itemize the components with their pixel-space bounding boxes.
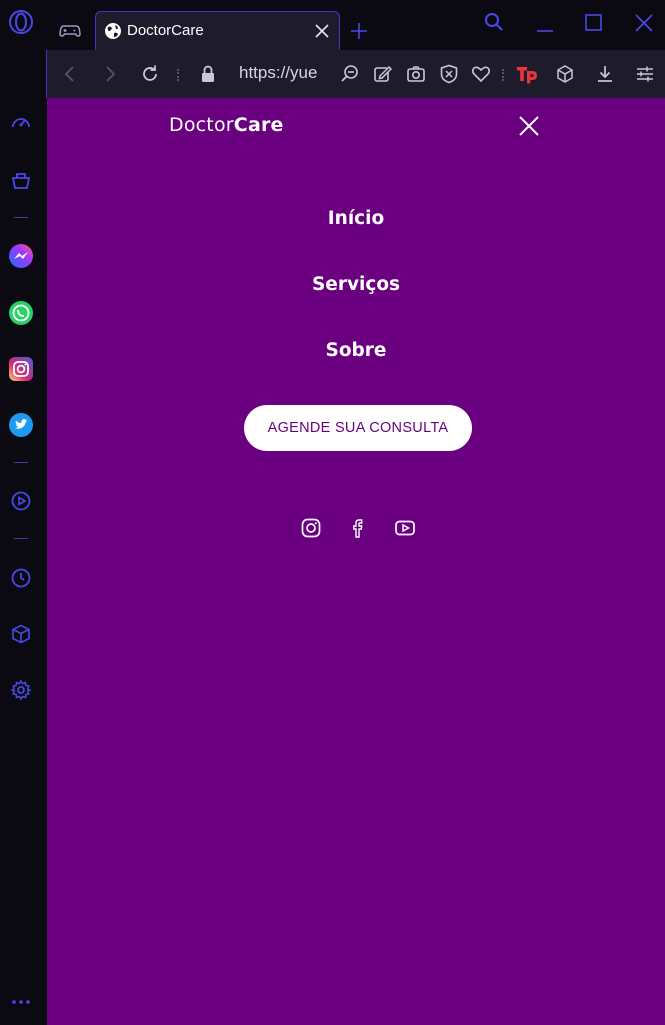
easy-setup-icon[interactable] — [634, 63, 656, 85]
nav-link-inicio[interactable]: Início — [47, 208, 665, 229]
maximize-icon[interactable] — [583, 12, 605, 34]
opera-logo-icon[interactable] — [8, 9, 34, 35]
sidebar-divider — [14, 462, 28, 463]
lock-icon[interactable] — [197, 63, 219, 85]
url-field[interactable]: https://yue — [239, 63, 327, 87]
speed-dial-icon[interactable] — [8, 110, 34, 136]
messenger-icon[interactable] — [8, 243, 34, 269]
instagram-icon[interactable] — [8, 356, 34, 382]
settings-icon[interactable] — [8, 677, 34, 703]
zoom-icon[interactable] — [339, 63, 361, 85]
page-content: DoctorCare Início Serviços Sobre AGENDE … — [47, 98, 665, 1025]
ad-blocker-icon[interactable] — [438, 63, 460, 85]
schedule-appointment-button[interactable]: AGENDE SUA CONSULTA — [244, 405, 472, 451]
tab-title: DoctorCare — [127, 22, 204, 39]
schedule-appointment-label: AGENDE SUA CONSULTA — [267, 420, 449, 436]
cube-icon[interactable] — [554, 63, 576, 85]
globe-icon — [104, 22, 122, 40]
brand-logo-part-1: Doctor — [169, 114, 234, 136]
minimize-icon[interactable] — [534, 16, 556, 38]
new-tab-icon[interactable] — [348, 20, 370, 42]
heart-icon[interactable] — [470, 63, 492, 85]
toolbar-divider — [177, 69, 179, 81]
download-icon[interactable] — [594, 63, 616, 85]
more-icon[interactable] — [8, 989, 34, 1015]
edit-icon[interactable] — [372, 63, 394, 85]
whatsapp-icon[interactable] — [8, 300, 34, 326]
brand-logo-part-2: Care — [233, 114, 284, 136]
sidebar-divider — [14, 538, 28, 539]
nav-link-sobre[interactable]: Sobre — [47, 340, 665, 361]
instagram-icon[interactable] — [300, 517, 322, 539]
camera-icon[interactable] — [405, 63, 427, 85]
game-controller-icon[interactable] — [59, 19, 81, 41]
close-window-icon[interactable] — [633, 12, 655, 34]
back-icon[interactable] — [59, 63, 81, 85]
youtube-icon[interactable] — [394, 517, 416, 539]
facebook-icon[interactable] — [347, 517, 369, 539]
nav-link-servicos[interactable]: Serviços — [47, 274, 665, 295]
twitter-icon[interactable] — [8, 412, 34, 438]
close-menu-icon[interactable] — [518, 115, 540, 137]
search-tabs-icon[interactable] — [483, 11, 505, 33]
shopping-icon[interactable] — [8, 167, 34, 193]
tab-bar: DoctorCare — [46, 0, 665, 50]
reload-icon[interactable] — [139, 63, 161, 85]
browser-window: DoctorCare https://yue DoctorCare Início… — [0, 0, 665, 1025]
address-bar: https://yue — [46, 50, 665, 98]
browser-sidebar — [0, 0, 46, 1025]
toolbar-divider — [502, 69, 504, 81]
player-icon[interactable] — [8, 488, 34, 514]
forward-icon[interactable] — [99, 63, 121, 85]
close-tab-icon[interactable] — [313, 22, 331, 40]
tp-extension-icon[interactable] — [516, 63, 538, 85]
history-icon[interactable] — [8, 565, 34, 591]
sidebar-divider — [14, 217, 28, 218]
extensions-icon[interactable] — [8, 621, 34, 647]
brand-logo[interactable]: DoctorCare — [169, 114, 284, 136]
tab-doctorcare[interactable]: DoctorCare — [95, 11, 340, 50]
